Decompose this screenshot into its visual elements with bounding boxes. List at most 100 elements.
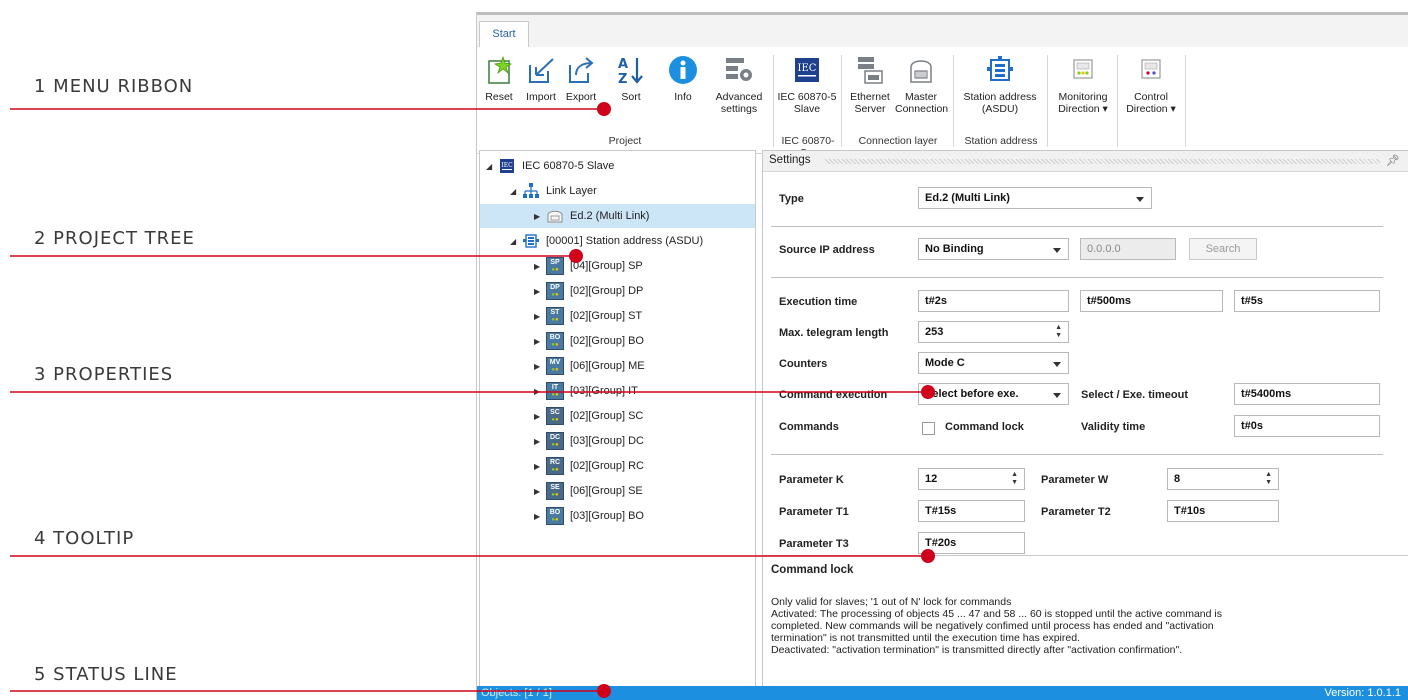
monitoring-direction-button[interactable]: Monitoring Direction ▾: [1053, 53, 1113, 115]
advanced-settings-button[interactable]: Advanced settings: [711, 53, 767, 115]
tree-item-station[interactable]: ◢ [00001] Station address (ASDU): [510, 229, 703, 253]
project-tree: ◢ IEC IEC 60870-5 Slave ◢ Link Layer ▶ E…: [479, 150, 756, 688]
tree-group-label: [06][Group] SE: [570, 485, 643, 497]
search-button[interactable]: Search: [1189, 238, 1257, 260]
tree-item-group[interactable]: ▶ BO ●● [03][Group] BO: [534, 504, 644, 528]
import-button[interactable]: Import: [521, 53, 561, 103]
group-separator: [841, 55, 842, 147]
reset-button[interactable]: Reset: [479, 53, 519, 103]
tree-item-group[interactable]: ▶ SP ●● [04][Group] SP: [534, 254, 643, 278]
group-badge-icon: SP ●●: [546, 257, 564, 275]
expand-icon[interactable]: ▶: [534, 412, 546, 421]
iec-icon: IEC: [790, 53, 824, 87]
export-button[interactable]: Export: [561, 53, 601, 103]
expand-icon[interactable]: ▶: [534, 212, 546, 221]
info-icon: [666, 53, 700, 87]
validity-time-field[interactable]: t#0s: [1234, 415, 1380, 437]
collapse-icon[interactable]: ◢: [510, 187, 522, 196]
header-hatch: [825, 159, 1380, 164]
tree-item-root[interactable]: ◢ IEC IEC 60870-5 Slave: [486, 154, 614, 178]
group-separator: [953, 55, 954, 147]
tree-group-label: [02][Group] RC: [570, 460, 644, 472]
group-badge-icon: DP ●●: [546, 282, 564, 300]
status-dots-icon: ●●: [551, 292, 559, 298]
expand-icon[interactable]: ▶: [534, 487, 546, 496]
command-lock-checkbox[interactable]: [922, 422, 935, 435]
ethernet-server-button[interactable]: Ethernet Server: [847, 53, 893, 115]
tree-item-group[interactable]: ▶ RC ●● [02][Group] RC: [534, 454, 644, 478]
group-badge: DC ●●: [546, 432, 564, 450]
pin-icon[interactable]: 📌︎: [1386, 154, 1400, 167]
binding-select[interactable]: No Binding: [918, 238, 1069, 260]
spin-arrows-icon[interactable]: ▲ ▼: [1055, 324, 1062, 340]
parameter-t1-field[interactable]: T#15s: [918, 500, 1025, 522]
max-telegram-stepper[interactable]: 253 ▲ ▼: [918, 321, 1069, 343]
ip-address-field[interactable]: 0.0.0.0: [1080, 238, 1176, 260]
expand-icon[interactable]: ▶: [534, 287, 546, 296]
callout-status-line: 5 STATUS LINE: [34, 664, 178, 685]
parameter-w-label: Parameter W: [1041, 474, 1109, 486]
station-address-button[interactable]: Station address (ASDU): [957, 53, 1043, 115]
tree-item-group[interactable]: ▶ IT ●● [03][Group] IT: [534, 379, 638, 403]
parameter-w-stepper[interactable]: 8 ▲ ▼: [1167, 468, 1279, 490]
tree-group-label: [02][Group] DP: [570, 285, 644, 297]
ethernet-port-icon: [546, 207, 564, 225]
application-window: Start Reset Import Export AZ Sort Info A…: [476, 12, 1408, 700]
iec-slave-button[interactable]: IEC IEC 60870-5 Slave: [777, 53, 837, 115]
tree-item-group[interactable]: ▶ ST ●● [02][Group] ST: [534, 304, 642, 328]
group-badge-text: IT: [551, 384, 559, 391]
collapse-icon[interactable]: ◢: [510, 237, 522, 246]
command-execution-select[interactable]: Select before exe.: [918, 383, 1069, 405]
expand-icon[interactable]: ▶: [534, 437, 546, 446]
master-connection-button[interactable]: Master Connection: [895, 53, 948, 115]
tree-item-group[interactable]: ▶ DC ●● [03][Group] DC: [534, 429, 644, 453]
expand-icon[interactable]: ▶: [534, 512, 546, 521]
tree-item-group[interactable]: ▶ DP ●● [02][Group] DP: [534, 279, 643, 303]
counters-select[interactable]: Mode C: [918, 352, 1069, 374]
tree-item-group[interactable]: ▶ BO ●● [02][Group] BO: [534, 329, 644, 353]
group-badge-text: RC: [549, 459, 561, 466]
group-label-station: Station address: [964, 135, 1038, 147]
commands-label: Commands: [779, 421, 839, 433]
execution-time-field-3[interactable]: t#5s: [1234, 290, 1380, 312]
select-timeout-field[interactable]: t#5400ms: [1234, 383, 1380, 405]
expand-icon[interactable]: ▶: [534, 262, 546, 271]
callout-menu-ribbon: 1 MENU RIBBON: [34, 76, 194, 97]
sort-button[interactable]: AZ Sort: [609, 53, 653, 103]
tree-item-group[interactable]: ▶ MV ●● [06][Group] ME: [534, 354, 645, 378]
expand-icon[interactable]: ▶: [534, 387, 546, 396]
tooltip-title: Command lock: [771, 564, 854, 576]
group-badge-text: SC: [550, 409, 560, 416]
monitoring-label-1: Monitoring: [1058, 91, 1108, 103]
info-label: Info: [674, 91, 692, 103]
command-lock-label: Command lock: [945, 421, 1024, 433]
tree-item-ed2[interactable]: ▶ Ed.2 (Multi Link): [480, 204, 755, 228]
tooltip-panel: Command lock Only valid for slaves; '1 o…: [763, 555, 1408, 688]
tree-group-label: [02][Group] ST: [570, 310, 643, 322]
info-button[interactable]: Info: [663, 53, 703, 103]
type-select[interactable]: Ed.2 (Multi Link): [918, 187, 1152, 209]
expand-icon[interactable]: ▶: [534, 362, 546, 371]
control-direction-button[interactable]: Control Direction ▾: [1123, 53, 1179, 115]
tooltip-line: Activated: The processing of objects 45 …: [771, 608, 1222, 620]
parameter-w-value: 8: [1174, 473, 1181, 485]
execution-time-field-1[interactable]: t#2s: [918, 290, 1069, 312]
parameter-t2-field[interactable]: T#10s: [1167, 500, 1279, 522]
tree-group-label: [03][Group] BO: [570, 510, 644, 522]
tree-item-link-layer[interactable]: ◢ Link Layer: [510, 179, 597, 203]
spin-arrows-icon[interactable]: ▲ ▼: [1265, 471, 1272, 487]
parameter-k-stepper[interactable]: 12 ▲ ▼: [918, 468, 1025, 490]
tree-item-group[interactable]: ▶ SE ●● [06][Group] SE: [534, 479, 643, 503]
parameter-t3-field[interactable]: T#20s: [918, 532, 1025, 554]
group-badge-text: DC: [549, 434, 561, 441]
collapse-icon[interactable]: ◢: [486, 162, 498, 171]
execution-time-field-2[interactable]: t#500ms: [1080, 290, 1223, 312]
group-badge-icon: ST ●●: [546, 307, 564, 325]
expand-icon[interactable]: ▶: [534, 312, 546, 321]
expand-icon[interactable]: ▶: [534, 337, 546, 346]
tree-item-group[interactable]: ▶ SC ●● [02][Group] SC: [534, 404, 643, 428]
group-label-connection: Connection layer: [858, 135, 938, 147]
spin-arrows-icon[interactable]: ▲ ▼: [1011, 471, 1018, 487]
expand-icon[interactable]: ▶: [534, 462, 546, 471]
tab-start[interactable]: Start: [479, 21, 529, 49]
